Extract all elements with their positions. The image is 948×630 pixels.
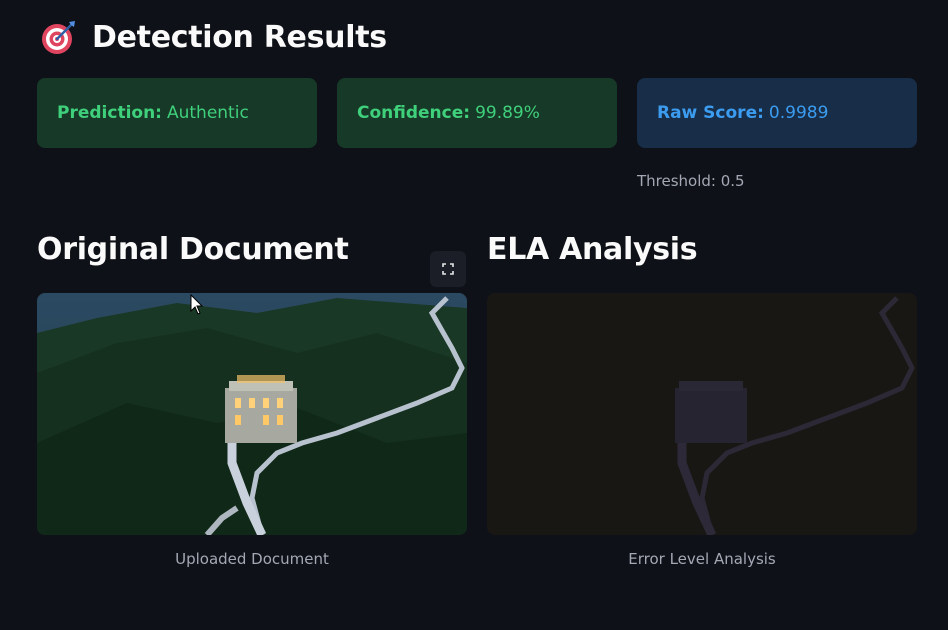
header: Detection Results [40, 18, 387, 56]
confidence-value: 99.89% [475, 103, 540, 123]
fullscreen-button[interactable] [430, 251, 466, 287]
page-title: Detection Results [92, 19, 387, 55]
original-document-heading: Original Document [37, 232, 349, 267]
expand-icon [442, 263, 454, 275]
ela-analysis-heading: ELA Analysis [487, 232, 698, 267]
mouse-cursor-icon [190, 294, 204, 315]
confidence-label: Confidence: [357, 103, 471, 123]
prediction-label: Prediction: [57, 103, 162, 123]
raw-score-value: 0.9989 [768, 103, 829, 123]
threshold-text: Threshold: 0.5 [637, 172, 745, 190]
original-document-image [37, 293, 467, 535]
raw-score-label: Raw Score: [657, 103, 764, 123]
original-document-caption: Uploaded Document [175, 550, 329, 568]
detection-results-page: Detection Results Prediction: Authentic … [0, 0, 948, 630]
target-dart-icon [42, 21, 75, 54]
ela-analysis-caption: Error Level Analysis [628, 550, 776, 568]
prediction-value: Authentic [166, 103, 249, 123]
confidence-card: Confidence: 99.89% [337, 78, 617, 148]
prediction-card: Prediction: Authentic [37, 78, 317, 148]
raw-score-card: Raw Score: 0.9989 [637, 78, 917, 148]
ela-analysis-image [487, 293, 917, 535]
